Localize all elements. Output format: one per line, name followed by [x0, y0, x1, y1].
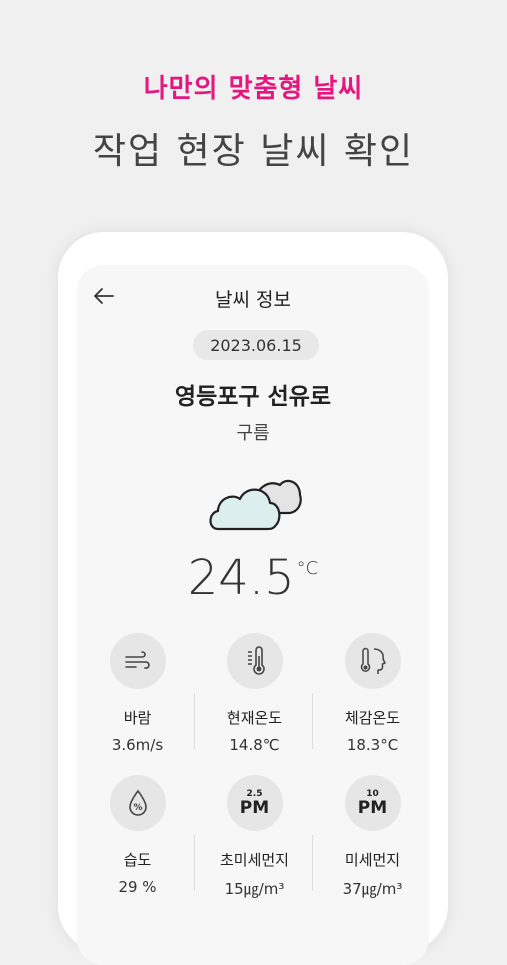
metric-divider — [194, 835, 195, 891]
feels-like-icon-circle — [344, 633, 401, 689]
feels-like-icon — [360, 647, 386, 674]
metric-label: 바람 — [123, 709, 152, 727]
pm10-icon-text: PM — [357, 798, 388, 818]
thermometer-icon — [247, 646, 265, 675]
cloudy-icon — [209, 479, 302, 531]
location-name: 영등포구 선유로 — [174, 384, 332, 410]
metric-divider — [312, 835, 313, 891]
metric-value: 18.3°C — [346, 736, 399, 754]
metric-divider — [194, 693, 195, 749]
phone-frame: 날씨 정보 2023.06.15 영등포구 선유로 구름 24.5 °C 바람 3… — [58, 232, 448, 965]
condition-text: 구름 — [236, 423, 270, 444]
pm25-icon-text: PM — [239, 798, 270, 818]
metric-label: 미세먼지 — [344, 851, 401, 869]
metric-label: 초미세먼지 — [219, 851, 289, 869]
temperature-readout: 24.5 °C — [77, 550, 429, 606]
metric-divider — [312, 693, 313, 749]
metric-value: 29 % — [118, 878, 157, 896]
pm10-icon: 10 PM — [344, 775, 401, 831]
metric-value: 15㎍/m³ — [224, 880, 285, 898]
temperature-unit: °C — [296, 558, 319, 579]
metric-label: 습도 — [123, 851, 152, 869]
metric-feels-like: 체감온도 18.3°C — [314, 633, 429, 754]
metric-pm25: 2.5 PM 초미세먼지 15㎍/m³ — [196, 775, 313, 899]
humidity-icon-circle: % — [109, 775, 166, 831]
metric-label: 체감온도 — [344, 709, 401, 727]
promo-tagline: 나만의 맞춤형 날씨 — [143, 74, 364, 104]
pm25-icon: 2.5 PM — [226, 775, 283, 831]
promo-title: 작업 현장 날씨 확인 — [92, 131, 415, 172]
screen-title: 날씨 정보 — [215, 289, 291, 311]
date-badge: 2023.06.15 — [193, 330, 319, 360]
metric-value: 14.8℃ — [229, 736, 280, 754]
humidity-drop-icon: % — [128, 789, 147, 816]
metric-current-temp: 현재온도 14.8℃ — [196, 633, 313, 754]
thermometer-icon-circle — [226, 633, 283, 689]
wind-icon-circle — [109, 633, 166, 689]
metric-label: 현재온도 — [226, 709, 283, 727]
metric-humidity: % 습도 29 % — [79, 775, 196, 896]
metric-pm10: 10 PM 미세먼지 37㎍/m³ — [314, 775, 429, 899]
metric-value: 3.6m/s — [111, 736, 164, 754]
metric-wind: 바람 3.6m/s — [79, 633, 196, 754]
metric-value: 37㎍/m³ — [342, 880, 403, 898]
svg-text:%: % — [133, 803, 142, 813]
wind-icon — [124, 651, 150, 669]
weather-screen: 날씨 정보 2023.06.15 영등포구 선유로 구름 24.5 °C 바람 3… — [77, 265, 429, 965]
temperature-value: 24.5 — [187, 550, 295, 606]
